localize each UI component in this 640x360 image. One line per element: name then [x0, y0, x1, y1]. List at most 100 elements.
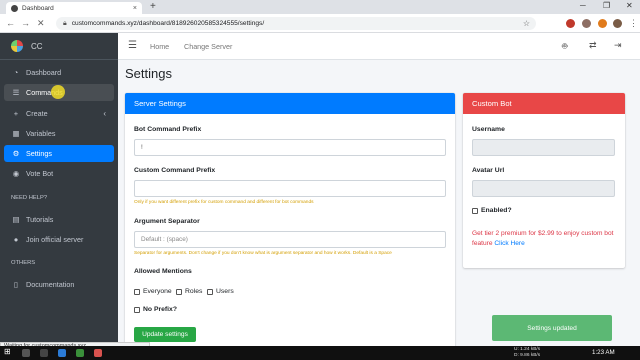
sidebar-section-others: OTHERS [11, 260, 36, 267]
net-down: 9.86 kB/s [520, 352, 541, 358]
hamburger-menu-icon[interactable]: ☰ [128, 40, 137, 51]
sidebar-item-documentation[interactable]: ▯ Documentation [4, 276, 114, 293]
browser-tab[interactable]: Dashboard × [6, 2, 142, 14]
checkbox-label: No Prefix? [143, 306, 177, 313]
checkbox-box[interactable] [207, 288, 213, 295]
tab-title: Dashboard [22, 4, 54, 12]
variable-icon: ▦ [12, 128, 20, 138]
plus-icon: + [13, 108, 19, 118]
profile-avatar[interactable] [613, 19, 622, 28]
promo-link[interactable]: Click Here [494, 240, 524, 247]
sidebar-item-label: Create [26, 108, 48, 118]
sidebar-item-settings[interactable]: ⚙ Settings [4, 145, 114, 163]
custom-prefix-help: Only if you want different prefix for cu… [134, 200, 314, 205]
tab-close-icon[interactable]: × [133, 5, 137, 12]
nav-link-change-server[interactable]: Change Server [184, 42, 232, 51]
checkbox-label: Enabled? [481, 207, 512, 214]
close-window-icon[interactable]: ✕ [626, 1, 633, 10]
minimize-icon[interactable]: ─ [580, 1, 586, 10]
search-icon[interactable] [22, 349, 30, 357]
avatar-url-input[interactable] [472, 180, 615, 197]
sidebar-item-label: Join official server [26, 235, 84, 245]
checkbox-box[interactable] [176, 288, 182, 295]
net-up: 1.24 kB/s [520, 347, 541, 352]
vote-icon: ◉ [12, 169, 20, 179]
prefix-input[interactable]: ! [134, 139, 446, 156]
sidebar-item-label: Dashboard [26, 68, 62, 77]
prefix-label: Bot Command Prefix [134, 126, 202, 133]
back-icon[interactable]: ← [6, 18, 15, 28]
favicon-icon [11, 4, 18, 12]
mention-roles-checkbox[interactable]: Roles [176, 288, 202, 295]
server-settings-header: Server Settings [125, 93, 455, 114]
url-input[interactable]: 🔒︎ customcommands.xyz/dashboard/81892602… [56, 17, 536, 30]
mention-everyone-checkbox[interactable]: Everyone [134, 288, 172, 295]
windows-start-icon[interactable]: ⊞ [4, 347, 11, 356]
sidebar-item-label: Documentation [26, 280, 75, 290]
loading-stop-icon[interactable]: ✕ [37, 18, 45, 29]
brand-link[interactable]: CC [0, 33, 118, 60]
enabled-checkbox[interactable]: Enabled? [472, 207, 512, 214]
checkbox-box[interactable] [134, 306, 140, 313]
custom-prefix-label: Custom Command Prefix [134, 167, 216, 174]
mention-users-checkbox[interactable]: Users [207, 288, 234, 295]
no-prefix-checkbox[interactable]: No Prefix? [134, 306, 177, 313]
net-up-label: U: [514, 347, 519, 352]
url-text: customcommands.xyz/dashboard/81892602058… [71, 20, 265, 27]
lock-icon[interactable]: 🔒︎ [63, 20, 67, 28]
premium-promo: Get tier 2 premium for $2.99 to enjoy cu… [472, 229, 622, 249]
task-view-icon[interactable] [40, 349, 48, 357]
maximize-icon[interactable]: ❐ [603, 1, 610, 10]
sidebar-item-label: Settings [26, 149, 52, 159]
username-label: Username [472, 126, 505, 133]
logout-icon[interactable]: ⇥ [614, 40, 622, 51]
separator-input[interactable]: Default : (space) [134, 231, 446, 248]
sidebar-item-label: Vote Bot [26, 169, 54, 179]
book-icon: ▤ [12, 214, 20, 224]
avatar-url-label: Avatar Url [472, 167, 505, 174]
list-icon: ☰ [12, 88, 20, 98]
refresh-icon[interactable]: ⇄ [589, 40, 597, 51]
bookmark-star-icon[interactable]: ☆ [523, 19, 530, 28]
extension-icon[interactable] [582, 19, 591, 28]
custom-bot-header: Custom Bot [463, 93, 625, 114]
mouse-cursor-highlight [51, 85, 65, 99]
sidebar-item-label: Variables [26, 128, 56, 138]
chevron-left-icon: ‹ [103, 108, 106, 118]
new-tab-button[interactable]: + [150, 1, 156, 12]
net-down-label: D: [514, 352, 519, 358]
mentions-label: Allowed Mentions [134, 268, 192, 275]
app-icon[interactable] [76, 349, 84, 357]
os-taskbar: ⊞ U: 1.24 kB/s D: 9.86 kB/s 1:23 AM [0, 346, 640, 360]
users-icon: ● [13, 235, 19, 245]
app-icon[interactable] [58, 349, 66, 357]
checkbox-label: Roles [185, 288, 203, 295]
top-navbar: ☰ Home Change Server 🤖︎ ⇄ ⇥ [118, 33, 640, 60]
page-title: Settings [125, 66, 172, 81]
sidebar: CC ◔ Dashboard ☰ Commands + Create ‹ ▦ V… [0, 33, 118, 342]
checkbox-box[interactable] [472, 207, 478, 214]
sidebar-item-dashboard[interactable]: ◔ Dashboard [4, 64, 114, 81]
browser-menu-icon[interactable]: ⋮ [629, 18, 638, 29]
app-icon[interactable] [94, 349, 102, 357]
forward-icon[interactable]: → [21, 18, 30, 28]
brand-name: CC [31, 41, 43, 51]
checkbox-box[interactable] [134, 288, 140, 295]
custom-prefix-input[interactable] [134, 180, 446, 197]
sidebar-item-label: Tutorials [26, 214, 54, 224]
clock[interactable]: 1:23 AM [592, 349, 615, 356]
nav-link-home[interactable]: Home [150, 42, 169, 51]
checkbox-label: Everyone [143, 288, 172, 295]
sidebar-item-tutorials[interactable]: ▤ Tutorials [4, 211, 114, 228]
robot-icon[interactable]: 🤖︎ [562, 40, 567, 53]
username-input[interactable] [472, 139, 615, 156]
extension-icon[interactable] [598, 19, 607, 28]
update-settings-button[interactable]: Update settings [134, 327, 196, 342]
sidebar-item-create[interactable]: + Create ‹ [4, 105, 114, 122]
sidebar-section-help: NEED HELP? [11, 194, 48, 201]
extension-icon[interactable] [566, 19, 575, 28]
sidebar-item-vote-bot[interactable]: ◉ Vote Bot [4, 165, 114, 182]
sidebar-item-join-server[interactable]: ● Join official server [4, 231, 114, 248]
sidebar-item-variables[interactable]: ▦ Variables [4, 125, 114, 142]
success-toast[interactable]: Settings updated [492, 315, 612, 341]
